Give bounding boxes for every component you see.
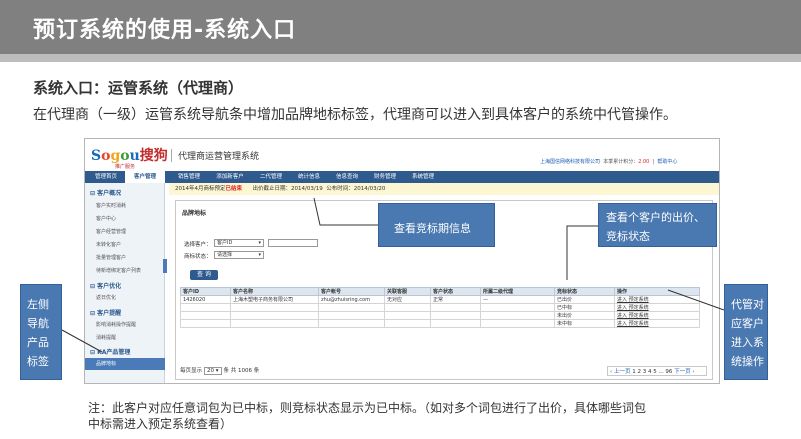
callout-line: 统操作 [731,355,764,368]
callout-bid-line2: 竞标状态 [606,230,650,243]
connector-expire [313,197,378,226]
connector-bid [566,225,598,280]
callout-left-nav: 左侧 导航 产品 标签 [20,284,62,380]
connector-left-nav [61,329,103,353]
callout-bid-line1: 查看个客户的出价、 [606,211,705,224]
callout-bid-status: 查看个客户的出价、 竞标状态 [598,203,717,247]
callout-line: 进入系 [731,336,764,349]
callout-managed-operation: 代管对 应客户 进入系 统操作 [724,284,768,380]
footnote-line2: 中标需进入预定系统查看） [88,417,233,431]
callout-line: 产品 [27,336,49,349]
callout-expire-info: 查看竞标期信息 [378,203,495,247]
callout-line: 导航 [27,317,49,330]
callout-line: 标签 [27,355,49,368]
callout-line: 应客户 [731,317,764,330]
callout-line: 左侧 [27,298,49,311]
callout-line: 代管对 [731,298,764,311]
footnote: 注：此客户对应任意词包为已中标，则竞标状态显示为已中标。（如对多个词包进行了出价… [88,400,728,432]
footnote-line1: 注：此客户对应任意词包为已中标，则竞标状态显示为已中标。（如对多个词包进行了出价… [88,401,647,415]
connector-manage [667,289,725,311]
